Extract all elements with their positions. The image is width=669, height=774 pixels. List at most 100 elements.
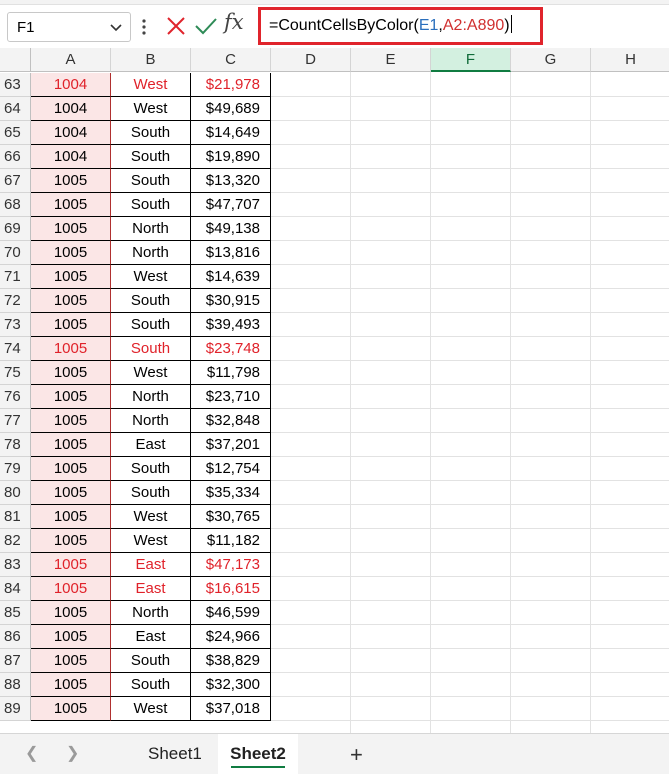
cell-a[interactable]: 1005: [31, 625, 111, 649]
cell-c[interactable]: $46,599: [191, 601, 271, 625]
cell-c[interactable]: $37,201: [191, 433, 271, 457]
column-header-b[interactable]: B: [111, 48, 191, 72]
row-number[interactable]: 88: [0, 673, 31, 697]
cell-a[interactable]: 1005: [31, 409, 111, 433]
name-box[interactable]: F1: [7, 12, 131, 42]
cell-b[interactable]: East: [111, 577, 191, 601]
cell-b[interactable]: South: [111, 121, 191, 145]
row-number[interactable]: 78: [0, 433, 31, 457]
cell-b[interactable]: South: [111, 673, 191, 697]
row-number[interactable]: 74: [0, 337, 31, 361]
cell-a[interactable]: 1005: [31, 433, 111, 457]
column-header-e[interactable]: E: [351, 48, 431, 72]
cell-a[interactable]: 1005: [31, 649, 111, 673]
cell-c[interactable]: $49,689: [191, 97, 271, 121]
cell-c[interactable]: $47,707: [191, 193, 271, 217]
formula-input[interactable]: =CountCellsByColor(E1,A2:A890): [269, 15, 512, 35]
cell-b[interactable]: West: [111, 505, 191, 529]
cell-b[interactable]: South: [111, 481, 191, 505]
column-header-f[interactable]: F: [431, 48, 511, 72]
cell-b[interactable]: North: [111, 217, 191, 241]
row-number[interactable]: 72: [0, 289, 31, 313]
cell-c[interactable]: $39,493: [191, 313, 271, 337]
cell-a[interactable]: 1005: [31, 697, 111, 721]
row-number[interactable]: 73: [0, 313, 31, 337]
row-number[interactable]: 69: [0, 217, 31, 241]
cell-c[interactable]: $21,978: [191, 73, 271, 97]
more-options-icon[interactable]: [139, 14, 149, 40]
cell-c[interactable]: $49,138: [191, 217, 271, 241]
row-number[interactable]: 66: [0, 145, 31, 169]
cell-a[interactable]: 1005: [31, 313, 111, 337]
cell-b[interactable]: East: [111, 433, 191, 457]
cell-a[interactable]: 1005: [31, 217, 111, 241]
cell-a[interactable]: 1005: [31, 481, 111, 505]
cell-c[interactable]: $12,754: [191, 457, 271, 481]
cell-b[interactable]: South: [111, 193, 191, 217]
cell-c[interactable]: $19,890: [191, 145, 271, 169]
cell-c[interactable]: $30,765: [191, 505, 271, 529]
column-header-g[interactable]: G: [511, 48, 591, 72]
cell-a[interactable]: 1005: [31, 169, 111, 193]
row-number[interactable]: 85: [0, 601, 31, 625]
cell-c[interactable]: $23,748: [191, 337, 271, 361]
cell-a[interactable]: 1005: [31, 193, 111, 217]
row-number[interactable]: 68: [0, 193, 31, 217]
cell-a[interactable]: 1005: [31, 601, 111, 625]
cell-c[interactable]: $37,018: [191, 697, 271, 721]
cell-c[interactable]: $47,173: [191, 553, 271, 577]
column-header-a[interactable]: A: [31, 48, 111, 72]
cell-b[interactable]: South: [111, 649, 191, 673]
row-number[interactable]: 67: [0, 169, 31, 193]
cell-b[interactable]: South: [111, 289, 191, 313]
cell-c[interactable]: $35,334: [191, 481, 271, 505]
cell-a[interactable]: 1004: [31, 121, 111, 145]
row-number[interactable]: 81: [0, 505, 31, 529]
cell-a[interactable]: 1004: [31, 145, 111, 169]
cell-a[interactable]: 1005: [31, 673, 111, 697]
cell-a[interactable]: 1004: [31, 97, 111, 121]
cell-b[interactable]: North: [111, 241, 191, 265]
cell-a[interactable]: 1005: [31, 457, 111, 481]
plus-icon[interactable]: +: [350, 742, 363, 768]
cell-b[interactable]: South: [111, 457, 191, 481]
cell-b[interactable]: West: [111, 265, 191, 289]
cell-b[interactable]: South: [111, 145, 191, 169]
cell-a[interactable]: 1005: [31, 553, 111, 577]
cell-a[interactable]: 1005: [31, 505, 111, 529]
row-number[interactable]: 77: [0, 409, 31, 433]
chevron-down-icon[interactable]: [106, 17, 126, 37]
row-number[interactable]: 76: [0, 385, 31, 409]
cell-b[interactable]: West: [111, 361, 191, 385]
cell-b[interactable]: South: [111, 337, 191, 361]
checkmark-icon[interactable]: [194, 15, 218, 37]
row-number[interactable]: 89: [0, 697, 31, 721]
row-number[interactable]: 70: [0, 241, 31, 265]
select-all-corner[interactable]: [0, 48, 31, 72]
row-number[interactable]: 63: [0, 73, 31, 97]
row-number[interactable]: 83: [0, 553, 31, 577]
row-number[interactable]: 84: [0, 577, 31, 601]
cell-b[interactable]: West: [111, 529, 191, 553]
cell-b[interactable]: West: [111, 697, 191, 721]
row-number[interactable]: 75: [0, 361, 31, 385]
row-number[interactable]: 87: [0, 649, 31, 673]
cell-c[interactable]: $14,649: [191, 121, 271, 145]
cell-b[interactable]: South: [111, 313, 191, 337]
cell-c[interactable]: $23,710: [191, 385, 271, 409]
close-icon[interactable]: [165, 15, 187, 37]
cell-c[interactable]: $32,848: [191, 409, 271, 433]
cell-c[interactable]: $30,915: [191, 289, 271, 313]
cell-b[interactable]: West: [111, 73, 191, 97]
row-number[interactable]: 65: [0, 121, 31, 145]
cell-b[interactable]: South: [111, 169, 191, 193]
sheet-tab-sheet1[interactable]: Sheet1: [148, 734, 202, 774]
cell-b[interactable]: West: [111, 97, 191, 121]
cell-a[interactable]: 1005: [31, 361, 111, 385]
cell-a[interactable]: 1005: [31, 265, 111, 289]
cell-b[interactable]: North: [111, 385, 191, 409]
cell-c[interactable]: $24,966: [191, 625, 271, 649]
cell-b[interactable]: East: [111, 625, 191, 649]
cell-c[interactable]: $11,182: [191, 529, 271, 553]
column-header-c[interactable]: C: [191, 48, 271, 72]
